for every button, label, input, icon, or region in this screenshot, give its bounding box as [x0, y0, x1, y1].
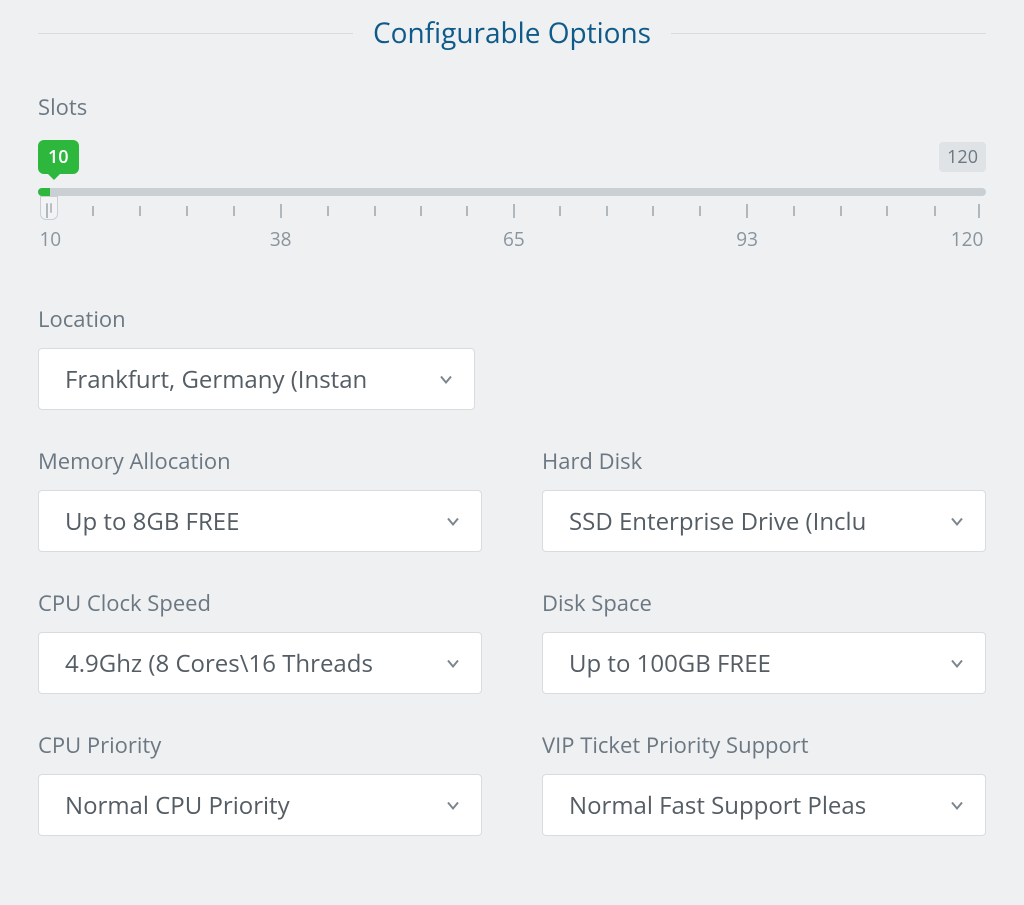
slider-max-value-badge: 120 [939, 142, 986, 172]
vipsupport-select[interactable]: Normal Fast Support Pleas [542, 774, 986, 836]
divider-right [671, 33, 986, 34]
harddisk-section: Hard Disk SSD Enterprise Drive (Inclu [542, 446, 986, 552]
cpupriority-section: CPU Priority Normal CPU Priority [38, 730, 482, 836]
memory-select[interactable]: Up to 8GB FREE [38, 490, 482, 552]
cpuclock-select[interactable]: 4.9Ghz (8 Cores\16 Threads [38, 632, 482, 694]
divider-left [38, 33, 353, 34]
chevron-down-icon [445, 505, 461, 538]
chevron-down-icon [949, 647, 965, 680]
memory-section: Memory Allocation Up to 8GB FREE [38, 446, 482, 552]
scale-label: 93 [736, 226, 758, 252]
harddisk-label: Hard Disk [542, 446, 986, 476]
diskspace-select-value: Up to 100GB FREE [569, 647, 771, 680]
vipsupport-label: VIP Ticket Priority Support [542, 730, 986, 760]
cpupriority-select-value: Normal CPU Priority [65, 789, 290, 822]
harddisk-select[interactable]: SSD Enterprise Drive (Inclu [542, 490, 986, 552]
slider-ticks [38, 204, 986, 224]
slider-badges: 10 120 [38, 140, 986, 186]
section-heading-row: Configurable Options [38, 0, 986, 92]
cpuclock-label: CPU Clock Speed [38, 588, 482, 618]
vipsupport-select-value: Normal Fast Support Pleas [569, 789, 866, 822]
scale-label: 38 [270, 226, 292, 252]
chevron-down-icon [949, 789, 965, 822]
diskspace-label: Disk Space [542, 588, 986, 618]
chevron-down-icon [445, 647, 461, 680]
slider-fill [38, 188, 50, 196]
cpupriority-label: CPU Priority [38, 730, 482, 760]
slots-label: Slots [38, 92, 986, 122]
scale-label: 65 [503, 226, 525, 252]
location-section: Location Frankfurt, Germany (Instan [38, 304, 986, 410]
cpupriority-select[interactable]: Normal CPU Priority [38, 774, 482, 836]
vipsupport-section: VIP Ticket Priority Support Normal Fast … [542, 730, 986, 836]
row-memory-harddisk: Memory Allocation Up to 8GB FREE Hard Di… [38, 446, 986, 552]
chevron-down-icon [438, 363, 454, 396]
chevron-down-icon [445, 789, 461, 822]
location-select-value: Frankfurt, Germany (Instan [65, 363, 367, 396]
slots-section: Slots 10 120 [38, 92, 986, 252]
slots-slider[interactable]: 10 120 [38, 140, 986, 252]
section-title: Configurable Options [373, 14, 651, 52]
row-cpuclock-diskspace: CPU Clock Speed 4.9Ghz (8 Cores\16 Threa… [38, 588, 986, 694]
slider-scale-labels: 10 38 65 93 120 [38, 226, 986, 252]
slider-current-value-badge: 10 [38, 140, 79, 174]
location-select[interactable]: Frankfurt, Germany (Instan [38, 348, 475, 410]
diskspace-select[interactable]: Up to 100GB FREE [542, 632, 986, 694]
memory-select-value: Up to 8GB FREE [65, 505, 239, 538]
chevron-down-icon [949, 505, 965, 538]
memory-label: Memory Allocation [38, 446, 482, 476]
cpuclock-select-value: 4.9Ghz (8 Cores\16 Threads [65, 647, 373, 680]
slider-track[interactable] [38, 188, 986, 196]
diskspace-section: Disk Space Up to 100GB FREE [542, 588, 986, 694]
scale-label: 120 [951, 226, 984, 252]
harddisk-select-value: SSD Enterprise Drive (Inclu [569, 505, 866, 538]
scale-label: 10 [39, 226, 61, 252]
row-cpupriority-vipsupport: CPU Priority Normal CPU Priority VIP Tic… [38, 730, 986, 836]
cpuclock-section: CPU Clock Speed 4.9Ghz (8 Cores\16 Threa… [38, 588, 482, 694]
location-label: Location [38, 304, 986, 334]
